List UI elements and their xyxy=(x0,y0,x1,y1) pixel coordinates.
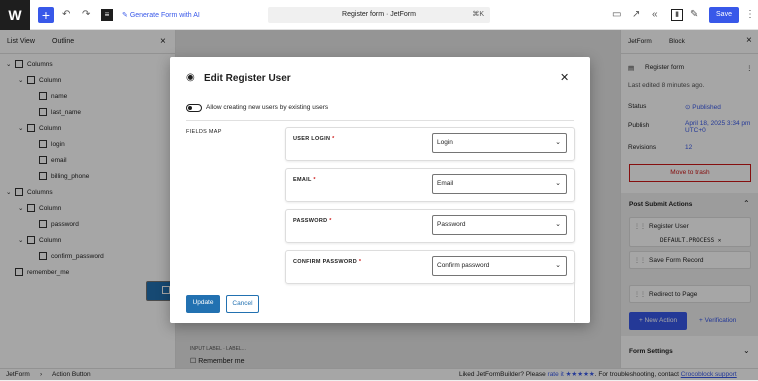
settings-panel-icon[interactable]: ▮ xyxy=(671,9,683,21)
view-icon[interactable]: ▭ xyxy=(612,8,621,22)
divider xyxy=(186,120,574,121)
redo-icon[interactable]: ↷ xyxy=(82,8,90,22)
top-toolbar: W + ↶ ↷ ≡ ✎ Generate Form with AI Regist… xyxy=(0,0,758,30)
chevron-down-icon: ⌄ xyxy=(555,180,561,187)
chevron-down-icon: ⌄ xyxy=(555,221,561,228)
field-label: PASSWORD * xyxy=(293,218,332,224)
document-overview-icon[interactable]: ≡ xyxy=(101,9,113,21)
field-label-text: CONFIRM PASSWORD xyxy=(293,259,357,265)
allow-existing-users-toggle[interactable] xyxy=(186,104,202,112)
modal-title: Edit Register User xyxy=(204,73,291,84)
shortcut-label: ⌘K xyxy=(472,11,484,18)
field-select-value: Confirm password xyxy=(437,262,490,269)
close-icon[interactable]: ✕ xyxy=(560,71,569,84)
options-icon[interactable]: ⋮ xyxy=(745,8,755,22)
field-label: CONFIRM PASSWORD * xyxy=(293,259,361,265)
field-select-value: Login xyxy=(437,139,453,146)
generate-ai-label: Generate Form with AI xyxy=(129,12,200,19)
wordpress-logo-icon[interactable]: W xyxy=(0,0,30,30)
update-button[interactable]: Update xyxy=(186,295,220,313)
field-select-value: Email xyxy=(437,180,454,187)
field-select-value: Password xyxy=(437,221,466,228)
field-map-row: PASSWORD * Password ⌄ xyxy=(285,209,575,243)
field-label-text: PASSWORD xyxy=(293,218,328,224)
field-map-row: USER LOGIN * Login ⌄ xyxy=(285,127,575,161)
field-map-row: EMAIL * Email ⌄ xyxy=(285,168,575,202)
external-link-icon[interactable]: ↗ xyxy=(632,8,640,22)
field-select[interactable]: Email ⌄ xyxy=(432,174,567,194)
command-palette-button[interactable]: Register form · JetForm ⌘K xyxy=(268,7,490,23)
undo-icon[interactable]: ↶ xyxy=(62,8,70,22)
save-button[interactable]: Save xyxy=(709,7,739,23)
field-select[interactable]: Password ⌄ xyxy=(432,215,567,235)
collapse-icon[interactable]: « xyxy=(652,8,658,22)
field-map-row: CONFIRM PASSWORD * Confirm password ⌄ xyxy=(285,250,575,284)
required-marker: * xyxy=(313,177,316,183)
fields-map-label: FIELDS MAP xyxy=(186,129,222,135)
toggle-label: Allow creating new users by existing use… xyxy=(206,104,329,111)
document-title: Register form · JetForm xyxy=(342,11,416,18)
required-marker: * xyxy=(332,136,335,142)
chevron-down-icon: ⌄ xyxy=(555,262,561,269)
field-label: USER LOGIN * xyxy=(293,136,335,142)
field-label-text: EMAIL xyxy=(293,177,312,183)
field-select[interactable]: Login ⌄ xyxy=(432,133,567,153)
required-marker: * xyxy=(329,218,332,224)
user-icon: ◉ xyxy=(186,72,195,83)
field-label: EMAIL * xyxy=(293,177,316,183)
cancel-button[interactable]: Cancel xyxy=(226,295,259,313)
edit-register-user-modal: ◉ Edit Register User ✕ Allow creating ne… xyxy=(170,57,590,323)
scrollbar[interactable] xyxy=(574,282,575,322)
generate-ai-button[interactable]: ✎ Generate Form with AI xyxy=(122,11,200,19)
chevron-down-icon: ⌄ xyxy=(555,139,561,146)
add-block-button[interactable]: + xyxy=(38,7,54,23)
field-label-text: USER LOGIN xyxy=(293,136,331,142)
required-marker: * xyxy=(358,259,362,265)
brush-icon[interactable]: ✎ xyxy=(690,8,698,22)
field-select[interactable]: Confirm password ⌄ xyxy=(432,256,567,276)
